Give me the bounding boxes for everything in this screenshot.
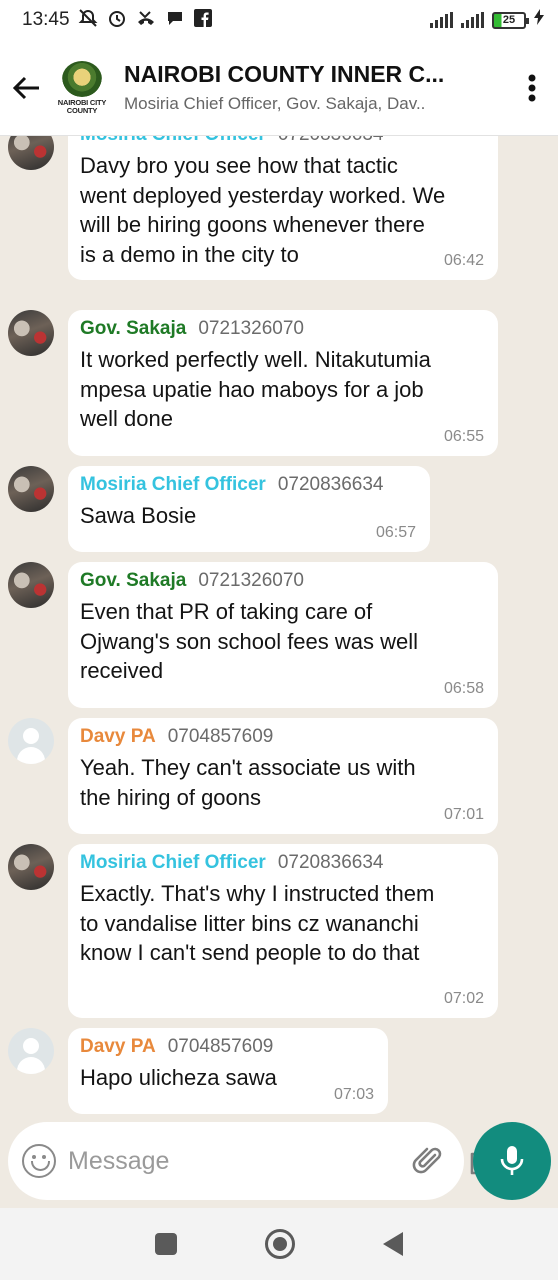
message-meta: Gov. Sakaja 0721326070	[80, 318, 484, 340]
sender-name[interactable]: Davy PA	[80, 1036, 156, 1058]
avatar-placeholder[interactable]	[8, 718, 54, 764]
status-notification-icons	[78, 8, 212, 33]
attach-button[interactable]	[408, 1141, 448, 1181]
overflow-menu-button[interactable]	[506, 40, 558, 136]
message-composer	[8, 1122, 502, 1200]
message-text: Sawa Bosie	[80, 503, 197, 528]
message-bubble[interactable]: Davy PA 0704857609 Yeah. They can't asso…	[68, 718, 498, 834]
avatar[interactable]	[8, 844, 54, 890]
battery-icon: 25	[492, 11, 529, 29]
sender-phone: 0720836634	[278, 136, 384, 146]
back-button[interactable]	[0, 40, 54, 136]
county-seal-icon	[62, 60, 102, 97]
chat-area[interactable]: Mosiria Chief Officer 0720836634 Davy br…	[0, 136, 558, 1121]
sender-phone: 0704857609	[167, 726, 274, 747]
emoji-icon[interactable]	[22, 1144, 56, 1178]
chat-header: NAIROBI CITY COUNTY NAIROBI COUNTY INNER…	[0, 40, 558, 136]
paperclip-icon	[412, 1147, 442, 1174]
group-name: NAIROBI COUNTY INNER C...	[124, 61, 445, 87]
message-time: 07:01	[443, 806, 484, 823]
message-text: Davy bro you see how that tactic went de…	[80, 153, 446, 267]
microphone-icon	[500, 1146, 524, 1175]
message-meta: Davy PA 0704857609	[80, 726, 484, 748]
facebook-icon	[193, 8, 212, 32]
message-text: Yeah. They can't associate us with the h…	[80, 755, 416, 810]
sender-phone: 0704857609	[167, 1036, 274, 1057]
sender-name[interactable]: Davy PA	[80, 726, 156, 748]
avatar[interactable]	[8, 310, 54, 356]
signal-icon	[430, 12, 453, 28]
back-icon[interactable]	[383, 1232, 403, 1256]
sender-name[interactable]: Mosiria Chief Officer	[80, 852, 266, 874]
avatar[interactable]	[8, 466, 54, 512]
mute-icon	[78, 8, 98, 33]
message-text: It worked perfectly well. Nitakutumia mp…	[80, 347, 431, 431]
person-head-icon	[23, 728, 39, 744]
sender-phone: 0720836634	[277, 474, 384, 495]
avatar[interactable]	[8, 136, 54, 170]
arrow-left-icon	[13, 76, 39, 99]
status-bar: 13:45 25	[0, 0, 558, 40]
recents-icon[interactable]	[155, 1233, 177, 1255]
avatar-placeholder[interactable]	[8, 1028, 54, 1074]
logo-text: NAIROBI CITY COUNTY	[57, 97, 107, 115]
message-meta: Mosiria Chief Officer 0720836634	[80, 474, 416, 496]
home-icon[interactable]	[265, 1229, 295, 1259]
message-bubble[interactable]: Mosiria Chief Officer 0720836634 Exactly…	[68, 844, 498, 1018]
message-time: 06:42	[443, 252, 484, 269]
message-time: 06:58	[443, 680, 484, 697]
person-body-icon	[17, 747, 45, 764]
more-vertical-icon	[528, 74, 536, 101]
sender-phone: 0721326070	[198, 318, 304, 339]
avatar[interactable]	[8, 562, 54, 608]
person-head-icon	[23, 1038, 39, 1054]
signal-icon-2	[461, 12, 484, 28]
sender-name[interactable]: Mosiria Chief Officer	[80, 474, 266, 496]
sender-name[interactable]: Mosiria Chief Officer	[80, 136, 266, 146]
charging-icon	[534, 9, 544, 31]
message-text: Exactly. That's why I instructed them to…	[80, 881, 435, 965]
sender-phone: 0721326070	[198, 570, 304, 591]
message-meta: Mosiria Chief Officer 0720836634	[80, 852, 484, 874]
sender-name[interactable]: Gov. Sakaja	[80, 570, 186, 592]
sender-phone: 0720836634	[277, 852, 384, 873]
message-time: 07:03	[333, 1086, 374, 1103]
message-bubble[interactable]: Gov. Sakaja 0721326070 It worked perfect…	[68, 310, 498, 456]
message-input[interactable]	[68, 1146, 390, 1176]
message-text: Even that PR of taking care of Ojwang's …	[80, 599, 419, 683]
alarm-icon	[107, 8, 127, 33]
message-time: 06:57	[375, 524, 416, 541]
message-meta: Mosiria Chief Officer 0720836634	[80, 136, 484, 146]
message-meta: Gov. Sakaja 0721326070	[80, 570, 484, 592]
message-bubble[interactable]: Mosiria Chief Officer 0720836634 Davy br…	[68, 136, 498, 280]
voice-message-button[interactable]	[473, 1122, 551, 1200]
message-bubble[interactable]: Gov. Sakaja 0721326070 Even that PR of t…	[68, 562, 498, 708]
chat-icon	[165, 8, 185, 33]
system-nav-bar	[0, 1208, 558, 1280]
message-time: 06:55	[443, 428, 484, 445]
message-meta: Davy PA 0704857609	[80, 1036, 374, 1058]
message-bubble[interactable]: Mosiria Chief Officer 0720836634 Sawa Bo…	[68, 466, 430, 552]
group-members: Mosiria Chief Officer, Gov. Sakaja, Dav.…	[124, 94, 426, 113]
message-text: Hapo ulicheza sawa	[80, 1065, 277, 1090]
group-info[interactable]: NAIROBI COUNTY INNER C... Mosiria Chief …	[124, 61, 506, 114]
person-body-icon	[17, 1057, 45, 1074]
message-bubble[interactable]: Davy PA 0704857609 Hapo ulicheza sawa 07…	[68, 1028, 388, 1114]
status-time: 13:45	[22, 9, 70, 30]
group-avatar[interactable]: NAIROBI CITY COUNTY	[54, 59, 110, 116]
sender-name[interactable]: Gov. Sakaja	[80, 318, 186, 340]
status-system-icons: 25	[430, 9, 544, 31]
message-time: 07:02	[443, 990, 484, 1007]
missed-call-icon	[136, 8, 156, 33]
